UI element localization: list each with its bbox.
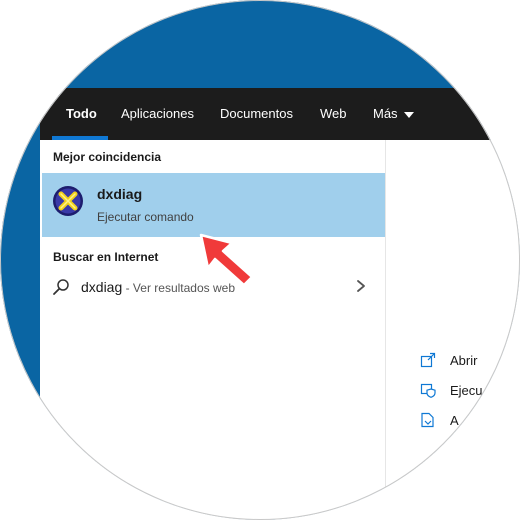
circular-crop: Todo Aplicaciones Documentos Web Más Mej…	[0, 0, 520, 520]
best-match-title: dxdiag	[97, 186, 143, 202]
start-search-panel: Todo Aplicaciones Documentos Web Más Mej…	[40, 88, 520, 520]
tab-web[interactable]: Web	[320, 88, 347, 140]
search-tab-bar: Todo Aplicaciones Documentos Web Más	[40, 88, 520, 140]
action-run-as-admin-label: Ejecu	[450, 383, 483, 398]
tab-todo[interactable]: Todo	[66, 88, 97, 140]
pointer-arrow-icon	[199, 233, 254, 287]
chevron-right-icon[interactable]	[354, 278, 368, 294]
open-icon	[420, 352, 436, 368]
shield-icon	[420, 383, 436, 398]
dxdiag-icon	[53, 186, 83, 216]
action-open-label: Abrir	[450, 353, 478, 368]
best-match-result[interactable]: dxdiag Ejecutar comando	[42, 173, 385, 237]
chevron-down-icon	[403, 111, 414, 118]
results-column: Mejor coincidencia dxdiag Ejecutar coman…	[42, 140, 385, 520]
web-search-heading: Buscar en Internet	[53, 250, 159, 264]
search-icon	[53, 279, 69, 295]
best-match-heading: Mejor coincidencia	[53, 150, 162, 164]
web-search-term: dxdiag	[81, 279, 123, 295]
file-location-icon	[421, 412, 434, 428]
action-open-file-location-label: A	[450, 413, 459, 428]
tab-aplicaciones[interactable]: Aplicaciones	[121, 88, 194, 140]
tab-mas[interactable]: Más	[373, 88, 414, 140]
tab-documentos[interactable]: Documentos	[220, 88, 293, 140]
best-match-subtitle: Ejecutar comando	[97, 210, 194, 224]
tab-mas-label: Más	[373, 106, 398, 121]
actions-column: Abrir Ejecu A	[386, 140, 520, 520]
screenshot-root: Todo Aplicaciones Documentos Web Más Mej…	[0, 0, 520, 520]
